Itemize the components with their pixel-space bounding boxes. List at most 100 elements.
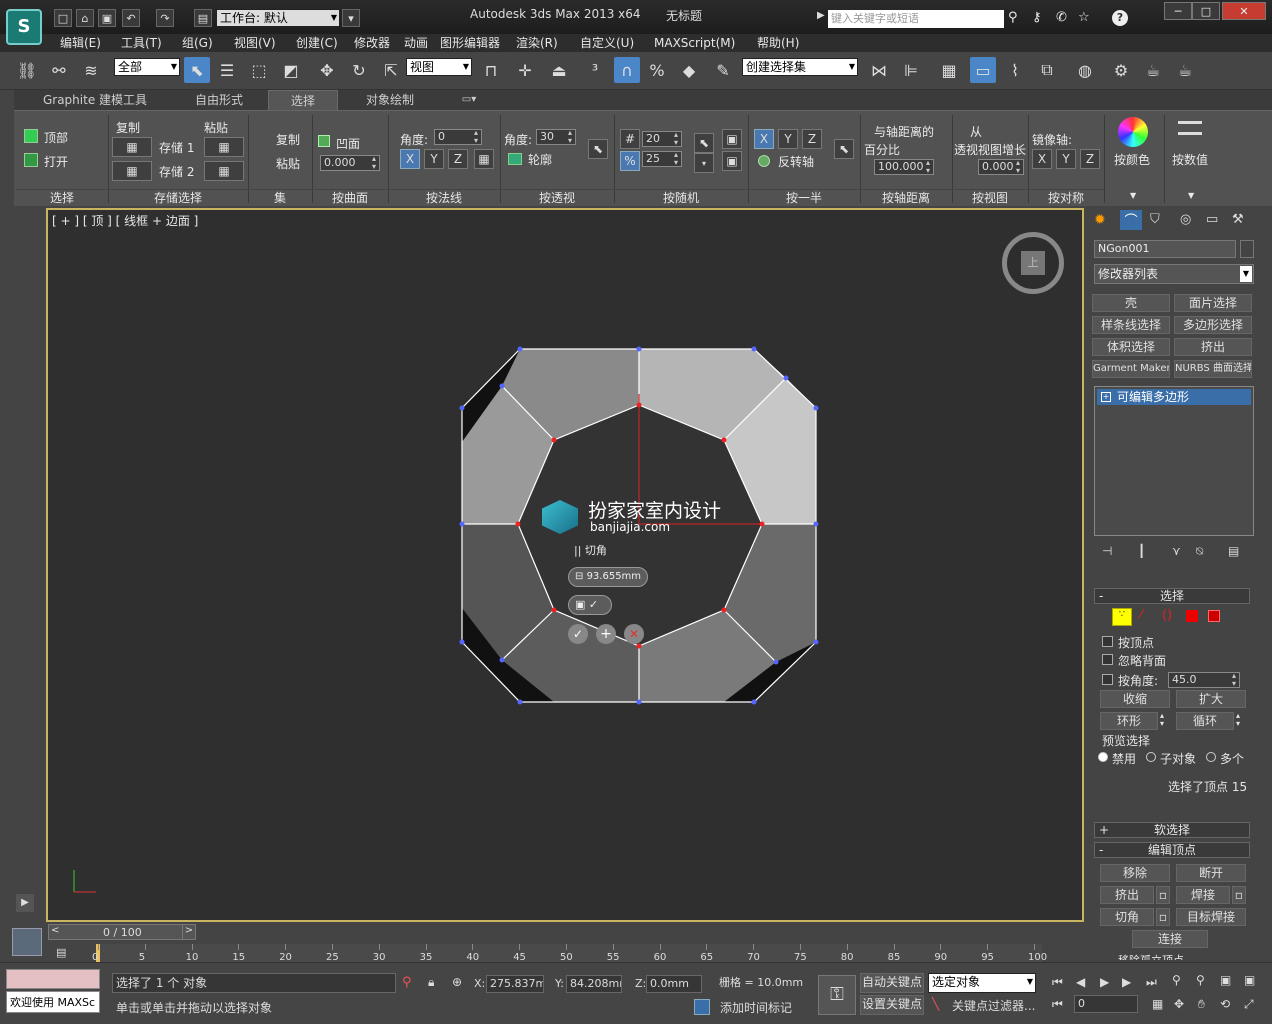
- set-key-button[interactable]: 设置关键点: [860, 995, 924, 1015]
- menu-edit[interactable]: 编辑(E): [60, 34, 101, 52]
- top-level-icon[interactable]: [24, 129, 38, 143]
- track-open-icon[interactable]: ▤: [56, 946, 66, 959]
- spline-select-button[interactable]: 样条线选择: [1092, 316, 1170, 334]
- x-coordinate-field[interactable]: 275.837mm: [486, 975, 544, 993]
- open-icon[interactable]: [24, 153, 38, 167]
- menu-modifiers[interactable]: 修改器: [354, 34, 390, 52]
- utilities-tab-icon[interactable]: ⚒: [1232, 212, 1244, 227]
- random-shrink-icon[interactable]: ▣: [722, 151, 742, 171]
- paste-store2-icon[interactable]: ▦: [204, 161, 244, 181]
- search-input[interactable]: 键入关键字或短语: [828, 10, 1004, 28]
- render-production-icon[interactable]: ☕: [1172, 57, 1198, 83]
- chamfer-amount-field[interactable]: ⊟ 93.655mm: [568, 567, 648, 587]
- menu-rendering[interactable]: 渲染(R): [516, 34, 558, 52]
- set-copy-label[interactable]: 复制: [276, 131, 300, 148]
- goto-end-icon[interactable]: ⏭: [1146, 975, 1157, 990]
- by-angle-checkbox[interactable]: [1102, 674, 1113, 685]
- menu-graph-editors[interactable]: 图形编辑器: [440, 34, 500, 52]
- z-coordinate-field[interactable]: 0.0mm: [646, 975, 702, 993]
- communication-icon[interactable]: ✆: [1056, 10, 1067, 25]
- hierarchy-tab-icon[interactable]: ⛉: [1150, 212, 1160, 227]
- link-icon[interactable]: ⛓: [14, 57, 40, 83]
- set-paste-label[interactable]: 粘贴: [276, 155, 300, 172]
- modifier-list-arrow-icon[interactable]: ▼: [1240, 266, 1252, 282]
- zoom-extents-icon[interactable]: ▣: [1220, 973, 1231, 987]
- render-setup-icon[interactable]: ⚙: [1108, 57, 1134, 83]
- poly-select-button[interactable]: 多边形选择: [1174, 316, 1252, 334]
- app-logo-icon[interactable]: S: [6, 9, 42, 45]
- persp-angle-spinner[interactable]: 30: [536, 129, 576, 145]
- set-key-icon[interactable]: ⚿: [818, 975, 856, 1015]
- half-z-button[interactable]: Z: [802, 129, 822, 149]
- random-percent-icon[interactable]: %: [620, 151, 640, 171]
- percent-snap-icon[interactable]: %: [644, 57, 670, 83]
- orbit-icon[interactable]: ✋︎: [1198, 997, 1205, 1012]
- axis-dist-spinner[interactable]: 100.000: [874, 159, 934, 175]
- mini-curve-toggle-icon[interactable]: [12, 928, 42, 956]
- invert-axis-label[interactable]: 反转轴: [778, 153, 814, 170]
- max-toggle-icon[interactable]: ⤢: [1244, 997, 1254, 1012]
- by-color-more-icon[interactable]: ▼: [1130, 191, 1136, 200]
- menu-create[interactable]: 创建(C): [296, 34, 338, 52]
- extrude-button[interactable]: 挤出: [1100, 886, 1154, 904]
- group-label-store[interactable]: 存储选择: [108, 189, 248, 205]
- store2-label[interactable]: 存储 2: [159, 163, 194, 180]
- ignore-backface-checkbox[interactable]: [1102, 654, 1113, 665]
- new-file-icon[interactable]: □: [54, 9, 72, 27]
- shell-button[interactable]: 壳: [1092, 294, 1170, 312]
- viewport-top[interactable]: [ + ] [ 顶 ] [ 线框 + 边面 ] 扮家家室内设计 banjiaji…: [46, 208, 1084, 922]
- weld-button[interactable]: 焊接: [1176, 886, 1230, 904]
- subscription-icon[interactable]: ⚷: [1032, 10, 1042, 25]
- menu-views[interactable]: 视图(V): [234, 34, 276, 52]
- random-percent-spinner[interactable]: 25: [642, 151, 682, 167]
- view-grow-spinner[interactable]: 0.000: [978, 159, 1024, 175]
- random-more-icon[interactable]: ▾: [694, 153, 714, 173]
- open-label[interactable]: 打开: [44, 153, 68, 170]
- viewcube-face[interactable]: 上: [1021, 251, 1045, 275]
- binoculars-icon[interactable]: ⚲: [1008, 10, 1018, 25]
- stack-item-editable-poly[interactable]: + 可编辑多边形: [1097, 389, 1251, 405]
- extrude-mod-button[interactable]: 挤出: [1174, 338, 1252, 356]
- polygon-mode-icon[interactable]: [1186, 610, 1198, 622]
- soft-selection-rollout-header[interactable]: + 软选择: [1094, 822, 1250, 838]
- scale-icon[interactable]: ⇱: [378, 57, 404, 83]
- normal-z-button[interactable]: Z: [448, 149, 468, 169]
- motion-tab-icon[interactable]: ◎: [1180, 212, 1191, 227]
- concave-spinner[interactable]: 0.000: [320, 155, 380, 171]
- by-vertex-checkbox[interactable]: [1102, 636, 1113, 647]
- object-color-swatch[interactable]: [1240, 240, 1254, 258]
- material-editor-icon[interactable]: ◍: [1072, 57, 1098, 83]
- tab-graphite[interactable]: Graphite 建模工具: [32, 90, 158, 110]
- move-icon[interactable]: ✥: [314, 57, 340, 83]
- persp-select-icon[interactable]: ⬉: [588, 139, 608, 159]
- preview-multi-radio[interactable]: [1206, 752, 1216, 762]
- arc-rotate-icon[interactable]: ⟲: [1220, 997, 1230, 1011]
- time-prev-icon[interactable]: <: [51, 925, 59, 936]
- menu-maxscript[interactable]: MAXScript(M): [654, 34, 735, 52]
- invert-axis-icon[interactable]: [758, 155, 770, 167]
- mirror-icon[interactable]: ⋈: [866, 57, 892, 83]
- manipulate-icon[interactable]: ✛: [512, 57, 538, 83]
- workspace-dropdown[interactable]: 工作台: 默认: [216, 9, 340, 27]
- favorites-icon[interactable]: ☆: [1078, 10, 1090, 25]
- snaps-toggle-icon[interactable]: ³: [582, 57, 608, 83]
- expand-icon[interactable]: +: [1101, 392, 1111, 402]
- configure-sets-icon[interactable]: ▤: [1228, 544, 1239, 558]
- open-file-icon[interactable]: ⌂: [76, 9, 94, 27]
- vertex-mode-icon[interactable]: ∵: [1112, 608, 1132, 626]
- tab-freeform[interactable]: 自由形式: [164, 90, 274, 110]
- edit-vertices-rollout-header[interactable]: - 编辑顶点: [1094, 842, 1250, 858]
- key-filters-button[interactable]: 关键点过滤器...: [952, 997, 1035, 1014]
- store1-label[interactable]: 存储 1: [159, 139, 194, 156]
- grow-button[interactable]: 扩大: [1176, 690, 1246, 708]
- chamfer-button[interactable]: 切角: [1100, 908, 1154, 926]
- named-selection-dropdown[interactable]: 创建选择集: [742, 58, 858, 76]
- unlink-icon[interactable]: ⚯: [46, 57, 72, 83]
- goto-start-icon[interactable]: ⏮: [1052, 975, 1063, 990]
- reference-coord-dropdown[interactable]: 视图: [406, 58, 472, 76]
- viewcube[interactable]: 上: [1002, 232, 1064, 294]
- window-crossing-icon[interactable]: ◩: [278, 57, 304, 83]
- zoom-all-icon[interactable]: ⚲: [1196, 973, 1205, 987]
- ring-button[interactable]: 环形: [1100, 712, 1158, 730]
- caddy-apply-button[interactable]: +: [596, 624, 616, 644]
